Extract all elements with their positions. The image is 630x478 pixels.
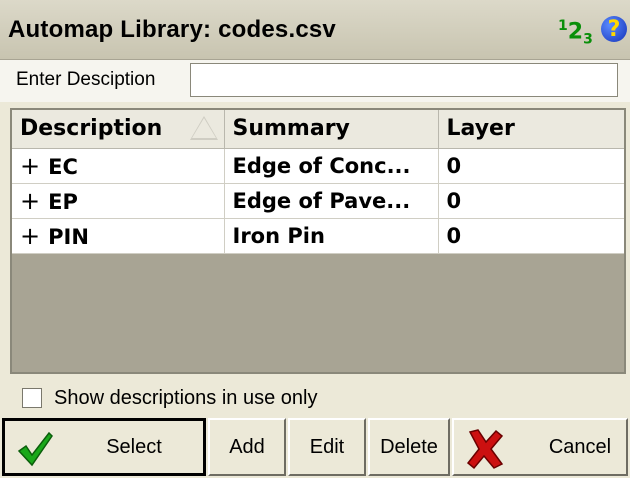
add-label: Add [229, 435, 265, 458]
title-bar: Automap Library: codes.csv 123 ? [0, 0, 630, 60]
help-icon[interactable]: ? [601, 16, 627, 42]
summary-cell[interactable]: Iron Pin [224, 218, 439, 254]
red-x-icon [466, 429, 504, 470]
column-header-description[interactable]: Description [12, 110, 225, 149]
add-button[interactable]: Add [208, 418, 286, 476]
in-use-filter-row: Show descriptions in use only [0, 382, 630, 418]
layer-cell[interactable]: 0 [438, 218, 624, 254]
cancel-label: Cancel [548, 435, 612, 458]
description-cell[interactable]: + EP [12, 183, 225, 219]
layer-cell[interactable]: 0 [438, 183, 624, 219]
delete-button[interactable]: Delete [368, 418, 450, 476]
description-cell[interactable]: + EC [12, 148, 225, 184]
expand-plus-icon[interactable]: + [20, 152, 40, 180]
select-button[interactable]: Select [2, 418, 206, 476]
description-value: PIN [48, 224, 89, 249]
window-title: Automap Library: codes.csv [8, 16, 336, 43]
checkmark-icon [17, 431, 53, 467]
delete-label: Delete [380, 435, 438, 458]
table-row[interactable]: + EC Edge of Conc... 0 [12, 148, 624, 184]
table-row[interactable]: + PIN Iron Pin 0 [12, 218, 624, 254]
column-header-summary[interactable]: Summary [224, 110, 439, 149]
sort-ascending-icon [189, 116, 218, 140]
column-header-label: Description [20, 116, 163, 142]
description-filter-row: Enter Desciption [0, 60, 630, 102]
123-input-mode-icon[interactable]: 123 [558, 18, 593, 48]
summary-cell[interactable]: Edge of Pave... [224, 183, 439, 219]
edit-button[interactable]: Edit [288, 418, 366, 476]
column-header-layer[interactable]: Layer [438, 110, 624, 149]
expand-plus-icon[interactable]: + [20, 187, 40, 215]
layer-cell[interactable]: 0 [438, 148, 624, 184]
codes-table: Description Summary Layer + EC Edge of Co… [10, 108, 626, 374]
summary-cell[interactable]: Edge of Conc... [224, 148, 439, 184]
edit-label: Edit [309, 435, 345, 458]
table-header-row: Description Summary Layer [12, 110, 624, 149]
show-in-use-label[interactable]: Show descriptions in use only [54, 387, 317, 410]
show-in-use-checkbox[interactable] [22, 388, 42, 408]
description-input[interactable] [190, 63, 618, 97]
description-value: EP [48, 189, 78, 214]
description-value: EC [48, 154, 78, 179]
cancel-button[interactable]: Cancel [452, 418, 628, 476]
table-row[interactable]: + EP Edge of Pave... 0 [12, 183, 624, 219]
description-cell[interactable]: + PIN [12, 218, 225, 254]
select-label: Select [106, 435, 162, 458]
expand-plus-icon[interactable]: + [20, 222, 40, 250]
description-label: Enter Desciption [16, 69, 156, 90]
